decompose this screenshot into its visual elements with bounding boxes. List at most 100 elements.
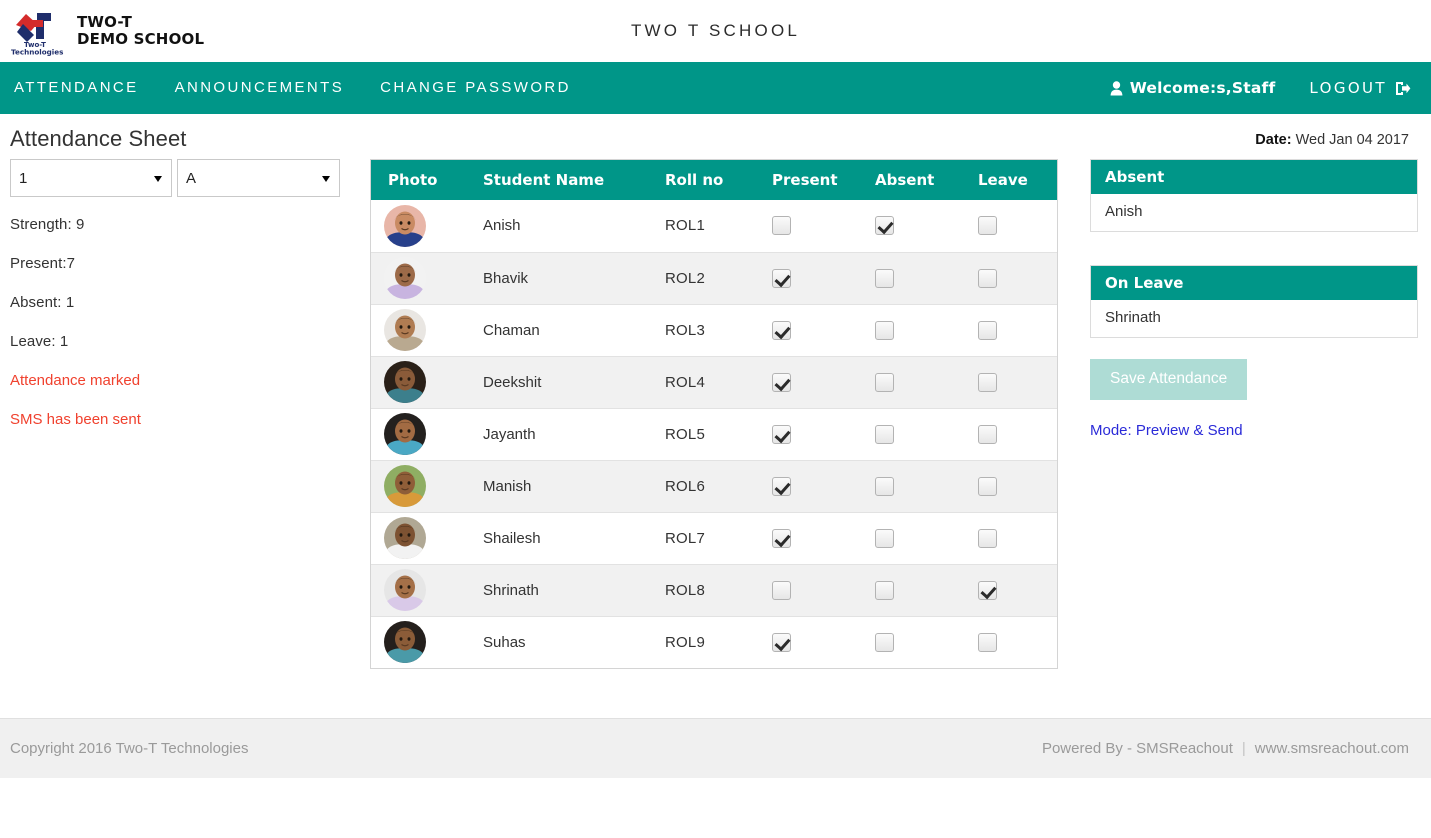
leave-checkbox[interactable] bbox=[978, 320, 997, 340]
leave-checkbox[interactable] bbox=[978, 580, 997, 600]
status-attendance-marked: Attendance marked bbox=[10, 372, 141, 389]
absent-checkbox[interactable] bbox=[875, 216, 894, 236]
present-checkbox[interactable] bbox=[772, 320, 791, 340]
present-checkbox[interactable] bbox=[772, 268, 791, 288]
footer-copyright: Copyright 2016 Two-T Technologies bbox=[10, 740, 249, 757]
roll-no-cell: ROL4 bbox=[661, 355, 765, 408]
absent-checkbox[interactable] bbox=[875, 320, 894, 340]
table-row: Shailesh ROL7 bbox=[371, 511, 1057, 564]
present-checkbox[interactable] bbox=[772, 528, 791, 548]
sign-out-icon bbox=[1395, 81, 1411, 96]
student-name-cell: Manish bbox=[475, 459, 661, 512]
chevron-down-icon bbox=[154, 176, 162, 182]
present-checkbox[interactable] bbox=[772, 580, 791, 600]
roll-no-cell: ROL9 bbox=[661, 615, 765, 668]
absent-panel: Absent Anish bbox=[1090, 159, 1418, 232]
date-label: Date: bbox=[1255, 132, 1292, 148]
table-row: Anish ROL1 bbox=[371, 200, 1057, 252]
svg-text:Technologies: Technologies bbox=[11, 48, 63, 57]
table-row: Manish ROL6 bbox=[371, 459, 1057, 512]
absent-checkbox[interactable] bbox=[875, 580, 894, 600]
avatar bbox=[384, 257, 426, 299]
class-select[interactable]: 1 bbox=[10, 159, 172, 197]
leave-checkbox-cell bbox=[974, 459, 1057, 512]
attendance-stats: Strength: 9 Present:7 Absent: 1 Leave: 1… bbox=[10, 216, 350, 428]
student-name-cell: Shailesh bbox=[475, 511, 661, 564]
student-photo-cell bbox=[371, 563, 475, 616]
leave-checkbox[interactable] bbox=[978, 632, 997, 652]
brand-line-1: TWO-T bbox=[77, 13, 133, 31]
absent-checkbox[interactable] bbox=[875, 476, 894, 496]
student-photo-cell bbox=[371, 459, 475, 512]
student-photo-cell bbox=[371, 303, 475, 356]
page-school-title: TWO T SCHOOL bbox=[630, 21, 801, 40]
student-name-cell: Deekshit bbox=[475, 355, 661, 408]
leave-checkbox[interactable] bbox=[978, 424, 997, 444]
brand-line-2: DEMO SCHOOL bbox=[77, 30, 205, 48]
panel-spacer bbox=[1090, 232, 1418, 265]
present-checkbox-cell bbox=[765, 251, 871, 304]
left-panel: 1 A Strength: 9 Present:7 Absent: 1 Leav… bbox=[10, 159, 350, 450]
avatar bbox=[384, 361, 426, 403]
logout-button[interactable]: LOGOUT bbox=[1309, 79, 1411, 97]
absent-checkbox-cell bbox=[871, 563, 974, 616]
present-checkbox-cell bbox=[765, 407, 871, 460]
user-icon bbox=[1110, 80, 1123, 96]
footer-credits: Powered By - SMSReachout | www.smsreacho… bbox=[1042, 740, 1409, 757]
present-checkbox-cell bbox=[765, 355, 871, 408]
save-attendance-button[interactable]: Save Attendance bbox=[1090, 359, 1248, 400]
absent-checkbox-cell bbox=[871, 615, 974, 668]
column-header-student-name: Student Name bbox=[475, 160, 661, 200]
mode-line: Mode: Preview & Send bbox=[1090, 422, 1418, 439]
brand-logo[interactable]: Two-T Technologies TWO-T DEMO SCHOOL bbox=[0, 6, 204, 56]
stat-present: Present:7 bbox=[10, 255, 76, 272]
table-row: Shrinath ROL8 bbox=[371, 563, 1057, 616]
roll-no-cell: ROL5 bbox=[661, 407, 765, 460]
student-name-cell: Bhavik bbox=[475, 251, 661, 304]
nav-item-change-password[interactable]: CHANGE PASSWORD bbox=[362, 62, 589, 114]
leave-checkbox[interactable] bbox=[978, 268, 997, 288]
section-select-value: A bbox=[186, 169, 197, 187]
present-checkbox-cell bbox=[765, 511, 871, 564]
table-body: Anish ROL1 Bhavik ROL2 Chaman ROL3 Deekshit ROL… bbox=[371, 200, 1057, 668]
student-photo-cell bbox=[371, 615, 475, 668]
absent-checkbox[interactable] bbox=[875, 372, 894, 392]
status-sms-sent: SMS has been sent bbox=[10, 411, 141, 428]
leave-checkbox-cell bbox=[974, 615, 1057, 668]
absent-checkbox[interactable] bbox=[875, 528, 894, 548]
present-checkbox[interactable] bbox=[772, 476, 791, 496]
present-checkbox[interactable] bbox=[772, 216, 791, 236]
avatar bbox=[384, 621, 426, 664]
avatar bbox=[384, 309, 426, 351]
footer-website-link[interactable]: www.smsreachout.com bbox=[1255, 740, 1409, 757]
on-leave-panel: On Leave Shrinath bbox=[1090, 265, 1418, 338]
avatar bbox=[384, 204, 426, 247]
absent-checkbox-cell bbox=[871, 303, 974, 356]
page-title: Attendance Sheet bbox=[10, 126, 187, 151]
nav-item-announcements[interactable]: ANNOUNCEMENTS bbox=[157, 62, 363, 114]
leave-checkbox-cell bbox=[974, 251, 1057, 304]
nav-item-attendance[interactable]: ATTENDANCE bbox=[10, 62, 157, 114]
right-panel: Absent Anish On Leave Shrinath Save Atte… bbox=[1090, 159, 1418, 439]
present-checkbox-cell bbox=[765, 563, 871, 616]
absent-checkbox[interactable] bbox=[875, 268, 894, 288]
present-checkbox[interactable] bbox=[772, 372, 791, 392]
class-select-value: 1 bbox=[19, 169, 28, 187]
main-content: Attendance Sheet Date: Wed Jan 04 2017 1… bbox=[0, 114, 1431, 778]
student-name-cell: Anish bbox=[483, 217, 521, 235]
present-checkbox[interactable] bbox=[772, 424, 791, 444]
present-checkbox[interactable] bbox=[772, 632, 791, 652]
leave-checkbox[interactable] bbox=[978, 528, 997, 548]
roll-no-cell: ROL8 bbox=[661, 563, 765, 616]
absent-checkbox[interactable] bbox=[875, 424, 894, 444]
avatar bbox=[384, 517, 426, 559]
leave-checkbox-cell bbox=[974, 355, 1057, 408]
leave-checkbox-cell bbox=[974, 407, 1057, 460]
present-checkbox-cell bbox=[765, 459, 871, 512]
leave-checkbox[interactable] bbox=[978, 476, 997, 496]
mode-toggle-link[interactable]: Preview & Send bbox=[1136, 422, 1243, 439]
absent-checkbox[interactable] bbox=[875, 632, 894, 652]
section-select[interactable]: A bbox=[177, 159, 340, 197]
leave-checkbox[interactable] bbox=[978, 216, 997, 236]
leave-checkbox[interactable] bbox=[978, 372, 997, 392]
